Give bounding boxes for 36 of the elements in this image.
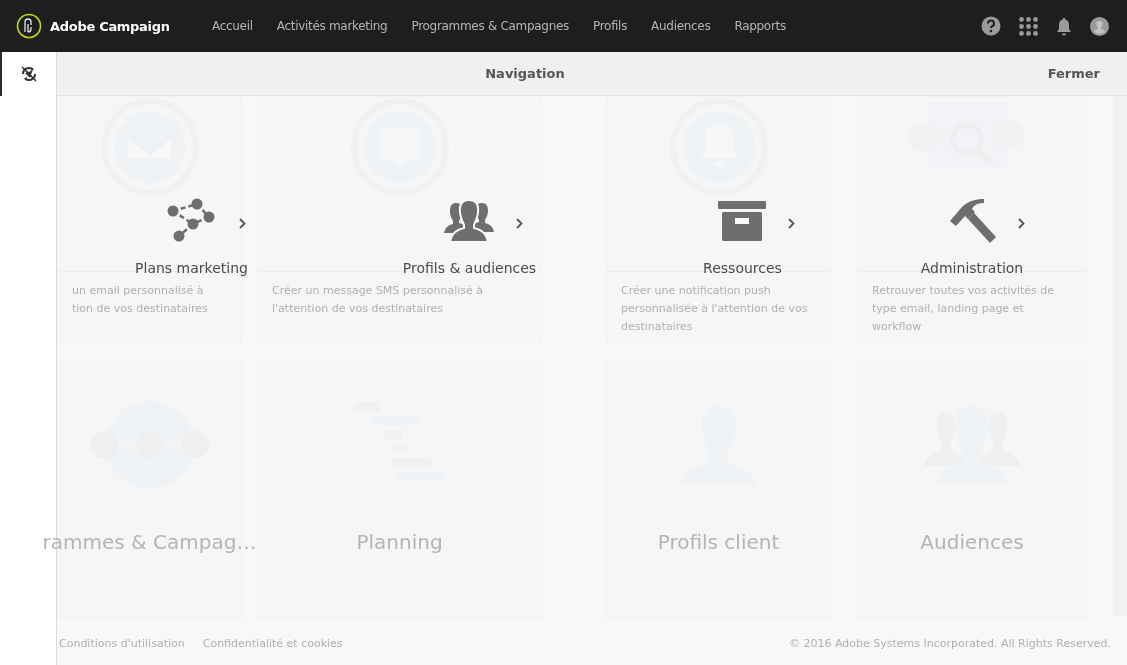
card-description: Créer une notification push personnalisée à l'attention de vos destinataires: [620, 283, 809, 335]
card-title: Planning: [356, 530, 443, 554]
card-title: rammes & Campag…: [42, 530, 257, 554]
navigation-tile[interactable]: Administration: [920, 198, 1024, 276]
navigation-tile[interactable]: Ressources: [703, 198, 782, 276]
chevron-right-icon: [1018, 218, 1025, 229]
card-description: un email personnalisé à tion de vos destinataires: [71, 283, 209, 317]
hammer-icon: [948, 199, 996, 243]
card-title: Audiences: [920, 530, 1024, 554]
nav-link[interactable]: Profils: [593, 19, 628, 33]
app-name: Adobe Campaign: [50, 18, 170, 34]
nodes-icon: [166, 198, 217, 244]
logo-icon: [16, 13, 42, 39]
navigation-tile[interactable]: Plans marketing: [135, 198, 248, 276]
nav-link[interactable]: Rapports: [734, 19, 786, 33]
nav-link[interactable]: Accueil: [212, 19, 253, 33]
navigation-icon: [20, 65, 38, 83]
card-title: Profils client: [657, 530, 780, 554]
apps-grid-icon[interactable]: [1019, 16, 1038, 36]
nav-link[interactable]: Activités marketing: [276, 19, 388, 33]
nav-link[interactable]: Audiences: [651, 19, 711, 33]
chevron-right-icon: [788, 218, 796, 229]
chevron-right-icon: [516, 218, 524, 229]
navigation-tile[interactable]: Profils & audiences: [402, 198, 537, 276]
panel-title: Navigation: [484, 66, 566, 81]
copyright-text: © 2016 Adobe Systems Incorporated. All Rights Reserved.: [788, 637, 1111, 650]
help-icon[interactable]: [981, 16, 1001, 36]
people-icon: [444, 200, 495, 242]
close-button[interactable]: Fermer: [1044, 64, 1103, 83]
card-description: Retrouver toutes vos activités de type email, landing page et workflow: [871, 283, 1056, 335]
avatar-icon[interactable]: [1090, 16, 1109, 36]
nav-link[interactable]: Programmes & Campagnes: [411, 19, 569, 33]
card-description: Créer un message SMS personnalisé à l'attention de vos destinataires: [271, 283, 485, 317]
chevron-right-icon: [238, 218, 246, 229]
archive-box-icon: [718, 201, 767, 241]
bell-icon[interactable]: [1056, 16, 1072, 36]
